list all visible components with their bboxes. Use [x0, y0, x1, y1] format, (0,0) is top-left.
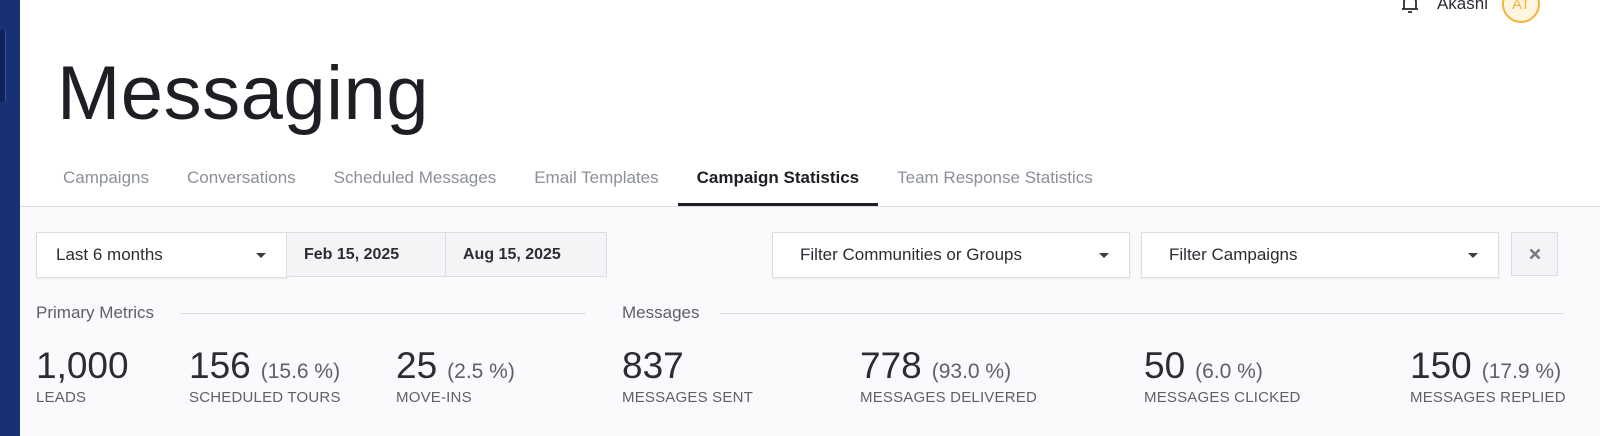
metric-percentage: (6.0 %): [1195, 360, 1263, 383]
top-bar: Akashi AT: [1401, 0, 1540, 23]
campaigns-filter-select[interactable]: Filter Campaigns: [1141, 232, 1499, 278]
communities-filter-select[interactable]: Filter Communities or Groups: [772, 232, 1130, 278]
chevron-down-icon: [1099, 253, 1109, 258]
metric-percentage: (17.9 %): [1481, 360, 1562, 383]
metric-messages-clicked: 50 (6.0 %) MESSAGES CLICKED: [1144, 347, 1301, 406]
start-date-input[interactable]: Feb 15, 2025: [286, 232, 446, 277]
metric-messages-replied: 150 (17.9 %) MESSAGES REPLIED: [1410, 347, 1566, 406]
end-date-value: Aug 15, 2025: [463, 245, 561, 263]
close-icon: [1529, 248, 1540, 260]
tab-campaign-statistics[interactable]: Campaign Statistics: [677, 160, 879, 206]
tab-email-templates[interactable]: Email Templates: [515, 160, 677, 206]
end-date-input[interactable]: Aug 15, 2025: [445, 232, 607, 277]
avatar[interactable]: AT: [1502, 0, 1540, 23]
metric-scheduled-tours: 156 (15.6 %) SCHEDULED TOURS: [189, 347, 341, 406]
chevron-down-icon: [1468, 253, 1478, 258]
metric-value: 1,000: [36, 345, 129, 386]
clear-filters-button[interactable]: [1511, 232, 1558, 276]
metric-label: MESSAGES REPLIED: [1410, 389, 1566, 406]
metric-label: MESSAGES DELIVERED: [860, 389, 1037, 406]
date-range-select[interactable]: Last 6 months: [36, 232, 287, 278]
metric-label: LEADS: [36, 389, 87, 406]
metric-messages-delivered: 778 (93.0 %) MESSAGES DELIVERED: [860, 347, 1037, 406]
metric-label: MOVE-INS: [396, 389, 472, 406]
statistics-panel: Last 6 months Feb 15, 2025 Aug 15, 2025 …: [20, 207, 1600, 436]
rail-collapse-handle[interactable]: [0, 30, 6, 102]
metric-value: 156: [189, 345, 251, 386]
left-nav-rail: [0, 0, 20, 436]
metric-value: 25: [396, 345, 438, 386]
primary-metrics-heading: Primary Metrics: [36, 303, 155, 322]
tab-conversations[interactable]: Conversations: [168, 160, 315, 206]
bell-icon[interactable]: [1401, 0, 1419, 15]
metric-value: 150: [1410, 345, 1472, 386]
primary-metrics-rule: [180, 313, 586, 314]
page-title: Messaging: [57, 51, 430, 136]
metric-percentage: (2.5 %): [447, 360, 515, 383]
metric-label: MESSAGES CLICKED: [1144, 389, 1301, 406]
tab-bar: Campaigns Conversations Scheduled Messag…: [44, 160, 1112, 206]
messages-heading: Messages: [622, 303, 700, 322]
metric-messages-sent: 837 MESSAGES SENT: [622, 347, 753, 406]
metric-label: MESSAGES SENT: [622, 389, 753, 406]
tab-campaigns[interactable]: Campaigns: [44, 160, 168, 206]
metric-label: SCHEDULED TOURS: [189, 389, 341, 406]
communities-filter-label: Filter Communities or Groups: [800, 245, 1023, 264]
start-date-value: Feb 15, 2025: [304, 245, 400, 263]
metric-leads: 1,000 LEADS: [36, 347, 129, 406]
metric-value: 778: [860, 345, 922, 386]
date-range-value: Last 6 months: [56, 245, 163, 264]
tab-team-response-statistics[interactable]: Team Response Statistics: [878, 160, 1112, 206]
metric-move-ins: 25 (2.5 %) MOVE-INS: [396, 347, 515, 406]
user-name[interactable]: Akashi: [1437, 0, 1488, 14]
campaigns-filter-label: Filter Campaigns: [1169, 245, 1298, 264]
metric-value: 50: [1144, 345, 1186, 386]
metric-percentage: (93.0 %): [931, 360, 1012, 383]
chevron-down-icon: [256, 253, 266, 258]
tab-scheduled-messages[interactable]: Scheduled Messages: [315, 160, 516, 206]
messages-rule: [720, 313, 1564, 314]
metric-percentage: (15.6 %): [260, 360, 341, 383]
metric-value: 837: [622, 345, 684, 386]
